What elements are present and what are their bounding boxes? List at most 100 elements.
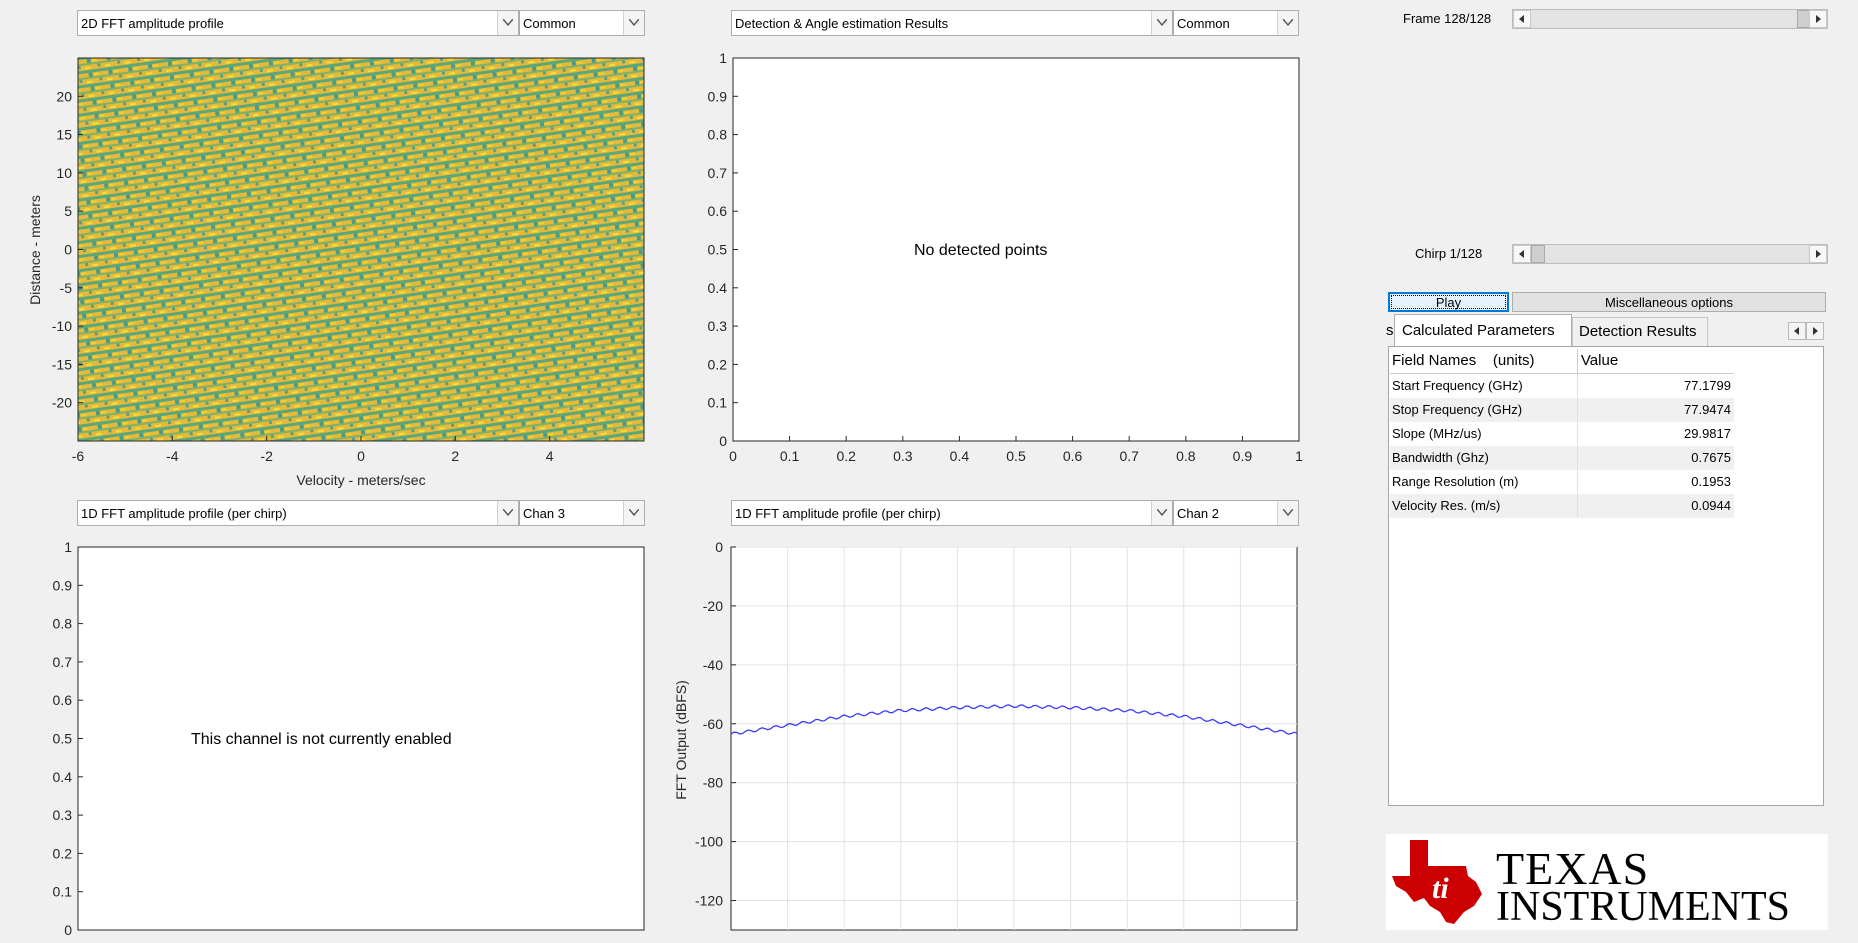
- column-header-field[interactable]: Field Names (units): [1390, 349, 1578, 373]
- x-tick-label: 0.4: [950, 448, 970, 464]
- chevron-down-icon: [1151, 11, 1172, 35]
- y-tick-label: -10: [52, 318, 72, 334]
- dropdown-label: 1D FFT amplitude profile (per chirp): [81, 506, 287, 521]
- tab-calculated-parameters[interactable]: Calculated Parameters: [1394, 314, 1572, 347]
- y-tick-label: -40: [703, 657, 723, 673]
- tab-detection-results[interactable]: Detection Results: [1572, 317, 1708, 346]
- y-tick-label: 0.5: [53, 731, 73, 747]
- y-tick-label: 0.7: [53, 654, 73, 670]
- table-row[interactable]: Bandwidth (Ghz) 0.7675: [1390, 446, 1734, 470]
- y-tick-label: 0.1: [708, 395, 728, 411]
- range-doppler-heatmap: 20151050-5-10-15-20 -6 -4 -2 0 2 4 Distance -…: [27, 57, 645, 488]
- dropdown-label: Common: [523, 16, 576, 31]
- y-tick-label: -100: [695, 834, 723, 850]
- params-table: Field Names (units) Value Start Frequenc…: [1390, 349, 1734, 518]
- heatmap-image: [78, 58, 644, 441]
- y-tick-label: 1: [64, 539, 72, 555]
- table-row[interactable]: Slope (MHz/us) 29.9817: [1390, 422, 1734, 446]
- y-tick-label: 0.6: [53, 692, 73, 708]
- x-axis-label: Velocity - meters/sec: [296, 472, 425, 488]
- x-tick-label: 1: [1295, 448, 1303, 464]
- param-value: 0.0944: [1691, 498, 1731, 513]
- y-tick-label: 0.8: [708, 127, 728, 143]
- param-value: 0.1953: [1691, 474, 1731, 489]
- dropdown-label: 2D FFT amplitude profile: [81, 16, 224, 31]
- x-tick-label: 0: [729, 448, 737, 464]
- y-tick-label: 5: [64, 203, 72, 219]
- x-tick-label: 2: [451, 448, 459, 464]
- top-left-channel-dropdown[interactable]: Common: [519, 10, 645, 36]
- y-tick-label: 0.9: [708, 88, 728, 104]
- y-tick-label: 0.3: [708, 318, 728, 334]
- y-tick-label: -80: [703, 775, 723, 791]
- dropdown-label: Common: [1177, 16, 1230, 31]
- x-tick-label: 0.8: [1176, 448, 1196, 464]
- x-tick-label: -4: [166, 448, 179, 464]
- top-left-plot-type-dropdown[interactable]: 2D FFT amplitude profile: [77, 10, 519, 36]
- dropdown-label: Chan 2: [1177, 506, 1219, 521]
- bottom-left-plot-type-dropdown[interactable]: 1D FFT amplitude profile (per chirp): [77, 500, 519, 526]
- tab-scroll-right-icon[interactable]: [1806, 322, 1824, 340]
- y-axis-label: Distance - meters: [27, 195, 43, 305]
- y-tick-label: 20: [56, 88, 72, 104]
- column-header-value[interactable]: Value: [1578, 349, 1734, 373]
- y-tick-label: -120: [695, 893, 723, 909]
- bottom-right-channel-dropdown[interactable]: Chan 2: [1173, 500, 1299, 526]
- param-name: Range Resolution (m): [1390, 470, 1578, 494]
- chevron-down-icon: [1277, 501, 1298, 525]
- param-value: 77.1799: [1684, 378, 1731, 393]
- table-row[interactable]: Start Frequency (GHz) 77.1799: [1390, 374, 1734, 398]
- dropdown-label: Chan 3: [523, 506, 565, 521]
- top-right-channel-dropdown[interactable]: Common: [1173, 10, 1299, 36]
- bottom-right-plot-type-dropdown[interactable]: 1D FFT amplitude profile (per chirp): [731, 500, 1173, 526]
- play-button[interactable]: Play: [1388, 292, 1509, 312]
- y-tick-label: 0.1: [53, 884, 73, 900]
- chevron-down-icon: [1277, 11, 1298, 35]
- calculated-parameters-panel: Field Names (units) Value Start Frequenc…: [1388, 346, 1824, 806]
- y-tick-label: -20: [703, 598, 723, 614]
- slider-right-arrow-icon[interactable]: [1809, 10, 1827, 28]
- y-axis-label: FFT Output (dBFS): [673, 680, 689, 800]
- slider-left-arrow-icon[interactable]: [1513, 245, 1531, 263]
- chirp-slider-thumb[interactable]: [1531, 245, 1545, 263]
- svg-text:ti: ti: [1432, 872, 1449, 905]
- tab-label: Detection Results: [1579, 323, 1697, 340]
- y-tick-label: 0.9: [53, 577, 73, 593]
- channel-disabled-message: This channel is not currently enabled: [191, 731, 452, 748]
- x-tick-label: 0: [357, 448, 365, 464]
- param-name: Bandwidth (Ghz): [1390, 446, 1578, 470]
- chan2-fft-plot: 0 -20 -40 -60 -80 -100 -120 FFT Output (dBFS): [673, 539, 1298, 931]
- param-value: 0.7675: [1691, 450, 1731, 465]
- x-tick-label: 0.1: [780, 448, 800, 464]
- x-tick-label: 0.3: [893, 448, 913, 464]
- detection-scatter-plot: 1 0.9 0.8 0.7 0.6 0.5 0.4 0.3 0.2 0.1 0 0 0.1 0.2 0.3…: [708, 50, 1304, 464]
- frame-label: Frame 128/128: [1403, 11, 1492, 26]
- y-tick-label: 0.5: [708, 242, 728, 258]
- y-tick-label: 0.8: [53, 616, 73, 632]
- y-tick-label: 0.4: [53, 769, 73, 785]
- dropdown-label: Detection & Angle estimation Results: [735, 16, 949, 31]
- misc-options-button[interactable]: Miscellaneous options: [1512, 292, 1826, 312]
- texas-state-logo-icon: ti: [1392, 840, 1482, 924]
- y-tick-label: 0: [719, 433, 727, 449]
- table-row[interactable]: Velocity Res. (m/s) 0.0944: [1390, 494, 1734, 518]
- chirp-slider[interactable]: [1512, 244, 1828, 264]
- y-tick-label: 0.3: [53, 807, 73, 823]
- param-name: Slope (MHz/us): [1390, 422, 1578, 446]
- frame-slider[interactable]: [1512, 9, 1828, 29]
- chevron-down-icon: [1151, 501, 1172, 525]
- x-tick-label: 0.9: [1233, 448, 1253, 464]
- bottom-left-channel-dropdown[interactable]: Chan 3: [519, 500, 645, 526]
- tab-hidden-fragment[interactable]: s: [1386, 322, 1394, 339]
- y-tick-label: -60: [703, 716, 723, 732]
- y-tick-label: 0.6: [708, 203, 728, 219]
- top-right-plot-type-dropdown[interactable]: Detection & Angle estimation Results: [731, 10, 1173, 36]
- tab-scroll-left-icon[interactable]: [1788, 322, 1806, 340]
- tab-label: Calculated Parameters: [1402, 322, 1555, 339]
- table-row[interactable]: Range Resolution (m) 0.1953: [1390, 470, 1734, 494]
- table-row[interactable]: Stop Frequency (GHz) 77.9474: [1390, 398, 1734, 422]
- x-tick-label: -2: [260, 448, 273, 464]
- slider-right-arrow-icon[interactable]: [1809, 245, 1827, 263]
- chan3-fft-plot: 1 0.9 0.8 0.7 0.6 0.5 0.4 0.3 0.2 0.1 0 This chann…: [53, 539, 645, 938]
- slider-left-arrow-icon[interactable]: [1513, 10, 1531, 28]
